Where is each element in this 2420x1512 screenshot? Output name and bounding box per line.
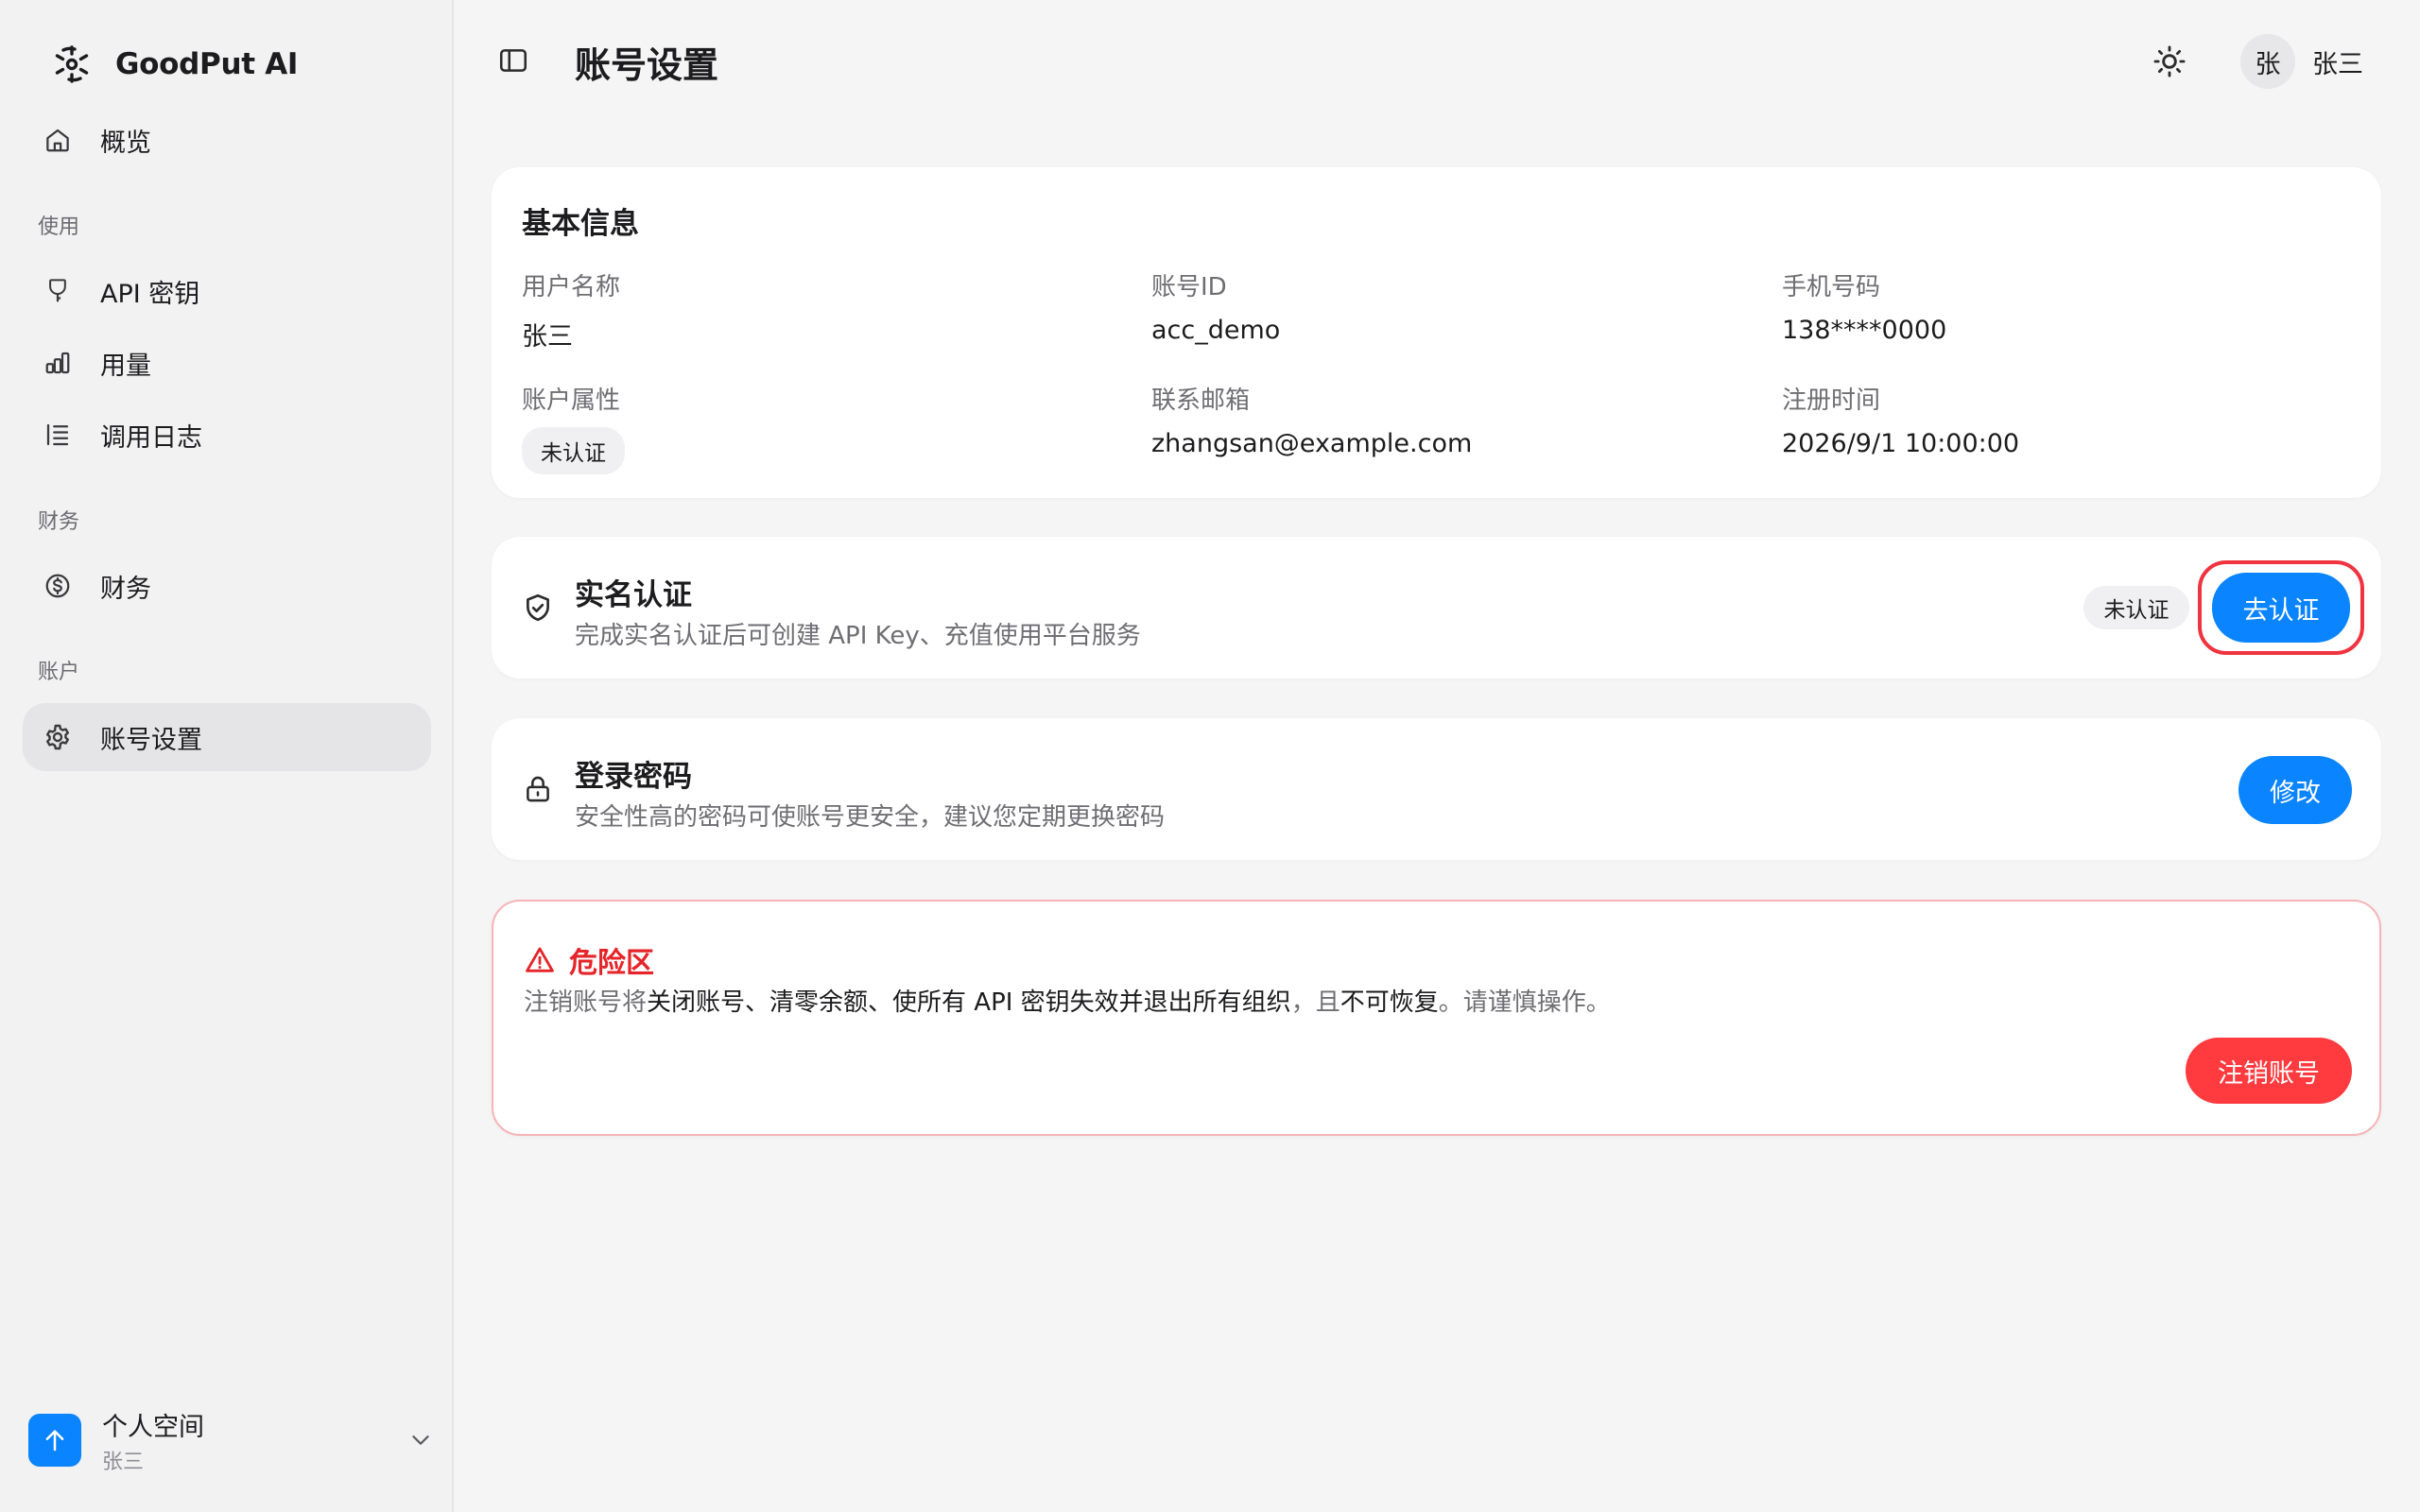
sidebar-item-label: 用量 bbox=[100, 351, 151, 381]
verification-status-badge: 未认证 bbox=[2083, 586, 2189, 629]
sidebar-item-label: 账号设置 bbox=[100, 725, 202, 755]
danger-desc-emphasis-2: 不可恢复 bbox=[1340, 988, 1439, 1017]
status-badge: 未认证 bbox=[522, 427, 625, 474]
danger-desc-prefix: 注销账号将 bbox=[524, 988, 648, 1017]
field-label: 手机号码 bbox=[1782, 273, 1881, 301]
workspace-owner: 张三 bbox=[102, 1450, 145, 1474]
field-account-attribute: 账户属性 未认证 bbox=[522, 381, 625, 474]
avatar: 张 bbox=[2240, 34, 2295, 89]
workspace-name: 个人空间 bbox=[102, 1412, 204, 1442]
arrow-up-icon bbox=[41, 1426, 69, 1454]
field-phone: 手机号码 138****0000 bbox=[1782, 267, 1946, 345]
field-registered-time: 注册时间 2026/9/1 10:00:00 bbox=[1782, 381, 2019, 458]
sidebar: GoodPut AI 概览 使用 API 密钥 用量 调用日志 财务 财务 账户… bbox=[0, 0, 454, 1512]
basic-info-title: 基本信息 bbox=[522, 207, 639, 241]
danger-zone-description: 注销账号将关闭账号、清零余额、使所有 API 密钥失效并退出所有组织，且不可恢复… bbox=[524, 983, 1611, 1018]
key-icon bbox=[42, 275, 74, 307]
field-username: 用户名称 张三 bbox=[522, 267, 620, 352]
sidebar-item-label: 概览 bbox=[100, 128, 151, 158]
sidebar-item-finance[interactable]: 财务 bbox=[23, 552, 431, 620]
workspace-switcher[interactable]: 个人空间 张三 bbox=[28, 1406, 435, 1474]
sun-icon[interactable] bbox=[2152, 43, 2187, 79]
verify-button[interactable]: 去认证 bbox=[2212, 573, 2350, 643]
password-card: 登录密码 安全性高的密码可使账号更安全，建议您定期更换密码 修改 bbox=[492, 718, 2381, 860]
verification-card: 实名认证 完成实名认证后可创建 API Key、充值使用平台服务 未认证 去认证 bbox=[492, 537, 2381, 679]
field-label: 注册时间 bbox=[1782, 387, 1881, 415]
brand-name: GoodPut AI bbox=[115, 47, 299, 81]
user-name: 张三 bbox=[2312, 49, 2363, 79]
password-title: 登录密码 bbox=[575, 760, 692, 794]
user-menu[interactable]: 张 张三 bbox=[2240, 34, 2363, 89]
brand[interactable]: GoodPut AI bbox=[49, 42, 298, 87]
home-icon bbox=[42, 124, 74, 156]
sidebar-item-call-logs[interactable]: 调用日志 bbox=[23, 401, 431, 469]
basic-info-card: 基本信息 用户名称 张三 账号ID acc_demo 手机号码 138****0… bbox=[492, 167, 2381, 498]
field-label: 账号ID bbox=[1151, 273, 1227, 301]
field-value: 138****0000 bbox=[1782, 316, 1947, 345]
sidebar-item-label: 调用日志 bbox=[100, 422, 202, 453]
page-title: 账号设置 bbox=[575, 44, 719, 86]
list-icon bbox=[42, 419, 74, 451]
change-password-button[interactable]: 修改 bbox=[2238, 756, 2352, 824]
field-value: acc_demo bbox=[1151, 316, 1281, 345]
dollar-circle-icon bbox=[42, 570, 74, 602]
lock-icon bbox=[522, 773, 554, 805]
sidebar-item-label: 财务 bbox=[100, 574, 151, 604]
warning-triangle-icon bbox=[524, 944, 556, 976]
sidebar-item-label: API 密钥 bbox=[100, 279, 200, 309]
verification-description: 完成实名认证后可创建 API Key、充值使用平台服务 bbox=[575, 622, 1141, 650]
verification-title: 实名认证 bbox=[575, 578, 692, 612]
danger-desc-suffix: 。请谨慎操作。 bbox=[1438, 988, 1611, 1017]
delete-account-button[interactable]: 注销账号 bbox=[2186, 1038, 2352, 1104]
bar-chart-icon bbox=[42, 347, 74, 379]
sidebar-toggle-icon[interactable] bbox=[497, 44, 529, 77]
danger-zone-title: 危险区 bbox=[569, 947, 654, 980]
group-label-usage: 使用 bbox=[38, 215, 80, 239]
field-value: zhangsan@example.com bbox=[1151, 429, 1473, 458]
field-label: 联系邮箱 bbox=[1151, 387, 1251, 415]
danger-zone-card: 危险区 注销账号将关闭账号、清零余额、使所有 API 密钥失效并退出所有组织，且… bbox=[492, 900, 2381, 1136]
group-label-finance: 财务 bbox=[38, 510, 80, 534]
chevron-down-icon[interactable] bbox=[406, 1426, 435, 1454]
sidebar-item-api-keys[interactable]: API 密钥 bbox=[23, 257, 431, 325]
field-value: 张三 bbox=[522, 322, 573, 352]
danger-desc-mid: ，且 bbox=[1290, 988, 1340, 1017]
danger-desc-emphasis: 关闭账号、清零余额、使所有 API 密钥失效并退出所有组织 bbox=[647, 988, 1291, 1017]
field-label: 账户属性 bbox=[522, 387, 621, 415]
shield-check-icon bbox=[522, 592, 554, 624]
sidebar-item-usage[interactable]: 用量 bbox=[23, 329, 431, 397]
goodput-logo-icon bbox=[49, 42, 95, 87]
sidebar-item-overview[interactable]: 概览 bbox=[23, 106, 431, 174]
password-description: 安全性高的密码可使账号更安全，建议您定期更换密码 bbox=[575, 803, 1166, 832]
gear-icon bbox=[42, 721, 74, 753]
group-label-account: 账户 bbox=[38, 661, 80, 684]
field-label: 用户名称 bbox=[522, 273, 621, 301]
field-value: 2026/9/1 10:00:00 bbox=[1782, 429, 2020, 458]
workspace-avatar bbox=[28, 1414, 81, 1467]
field-email: 联系邮箱 zhangsan@example.com bbox=[1151, 381, 1472, 458]
sidebar-item-account-settings[interactable]: 账号设置 bbox=[23, 703, 431, 771]
field-account-id: 账号ID acc_demo bbox=[1151, 267, 1280, 345]
